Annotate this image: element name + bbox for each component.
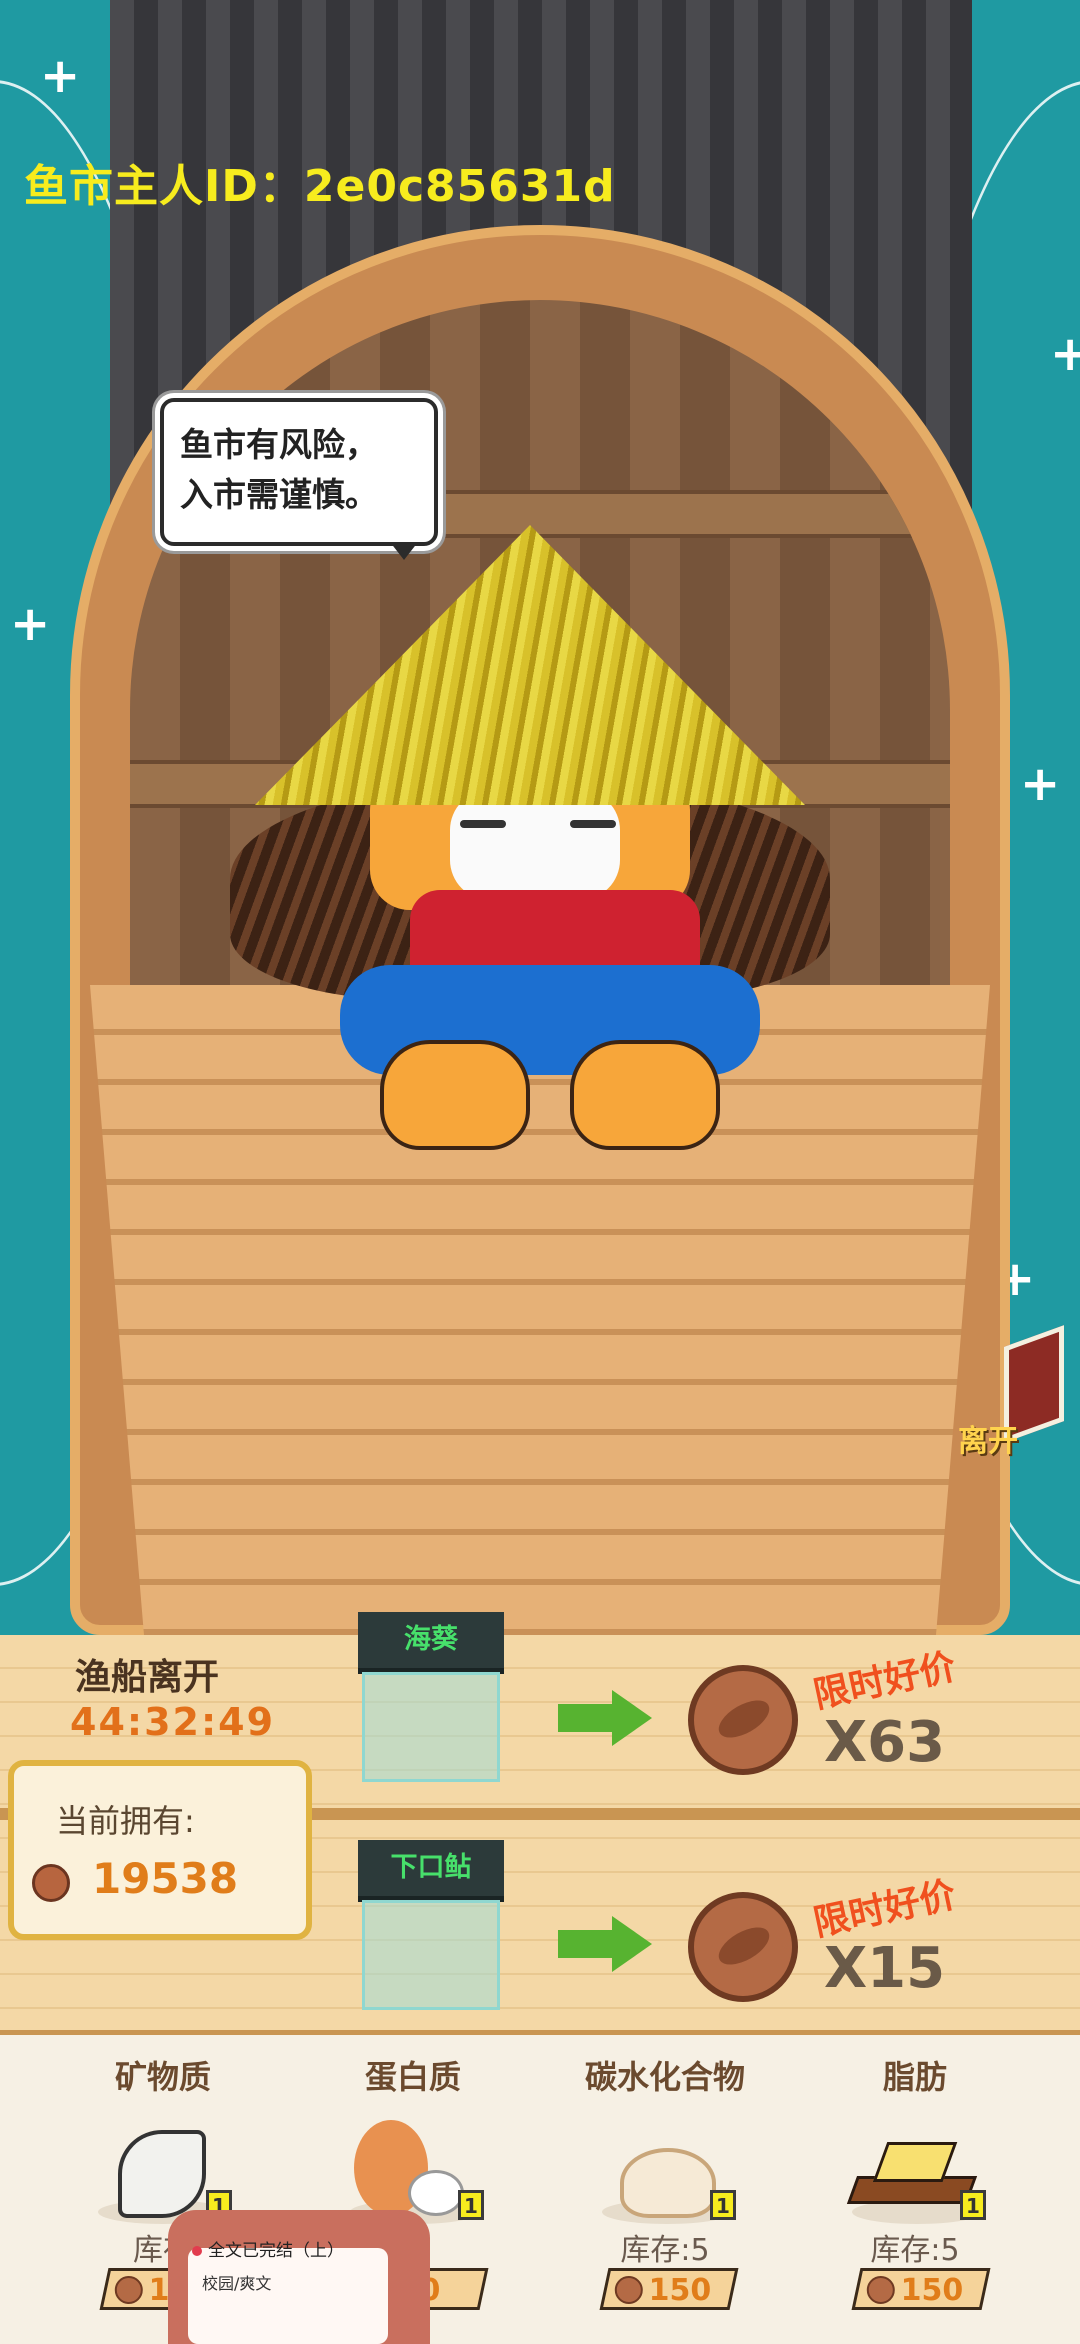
catfish-icon bbox=[362, 1900, 500, 2010]
floating-ad-overlay[interactable]: 全文已完结（上） 校园/爽文 bbox=[168, 2210, 430, 2344]
fish-market-owner-id: 鱼市主人ID：2e0c85631d bbox=[24, 161, 616, 212]
offer-item-label: 海葵 bbox=[358, 1612, 504, 1674]
cat-paw bbox=[380, 1040, 530, 1150]
sparkle-icon: + bbox=[1050, 326, 1080, 382]
sparkle-icon: + bbox=[10, 596, 51, 652]
speech-line-2: 入市需谨慎。 bbox=[180, 475, 378, 514]
boat-leaving-timer: 44:32:49 bbox=[70, 1700, 276, 1744]
sparkle-icon: + bbox=[40, 48, 81, 104]
stock-label: 库存:5 bbox=[620, 2233, 710, 2268]
cat-paw bbox=[570, 1040, 720, 1150]
cat-eye bbox=[460, 820, 506, 828]
bun-icon[interactable] bbox=[610, 2120, 720, 2220]
shell-icon[interactable] bbox=[108, 2120, 218, 2220]
buy-offer-1-button[interactable] bbox=[680, 1650, 980, 1790]
merchant-cat-muzzle bbox=[450, 790, 620, 900]
category-carbohydrates: 碳水化合物 bbox=[584, 2058, 745, 2096]
boat-leaving-title: 渔船离开 bbox=[75, 1657, 220, 1698]
offer-item-label: 下口鲇 bbox=[358, 1840, 504, 1902]
arrow-right-icon bbox=[558, 1916, 652, 1972]
price-value: 150 bbox=[648, 2273, 712, 2308]
coin-icon bbox=[866, 2276, 895, 2304]
coins-owned-box: 当前拥有: 19538 bbox=[8, 1760, 312, 1940]
price-value: 150 bbox=[900, 2273, 964, 2308]
ad-subtitle: 校园/爽文 bbox=[202, 2274, 272, 2293]
coin-icon bbox=[32, 1864, 70, 1902]
speech-line-1: 鱼市有风险， bbox=[180, 425, 378, 464]
speech-bubble-tail bbox=[390, 542, 418, 560]
speech-bubble: 鱼市有风险， 入市需谨慎。 bbox=[160, 398, 438, 546]
stock-label: 库存:5 bbox=[870, 2233, 960, 2268]
butter-icon[interactable] bbox=[846, 2120, 978, 2220]
offer-item-catfish[interactable]: 下口鲇 bbox=[358, 1840, 504, 2010]
count-badge: 1 bbox=[960, 2190, 986, 2220]
count-badge: 1 bbox=[710, 2190, 736, 2220]
buy-offer-2-button[interactable] bbox=[680, 1878, 980, 2018]
coins-owned-value: 19538 bbox=[92, 1854, 239, 1903]
ad-title: 全文已完结（上） bbox=[208, 2241, 344, 2261]
sparkle-icon: + bbox=[1020, 756, 1061, 812]
category-protein: 蛋白质 bbox=[364, 2058, 461, 2096]
category-minerals: 矿物质 bbox=[114, 2058, 211, 2096]
coins-owned-label: 当前拥有: bbox=[56, 1802, 195, 1840]
leave-button[interactable]: 离开 bbox=[958, 1325, 1068, 1459]
coin-icon bbox=[614, 2276, 643, 2304]
count-badge: 1 bbox=[458, 2190, 484, 2220]
leave-label: 离开 bbox=[958, 1424, 1018, 1459]
cat-eye bbox=[570, 820, 616, 828]
fish-market-scene: + + + + + + 鱼市有风险， 入市需谨慎。 鱼市主人ID：2e0c856… bbox=[0, 0, 1080, 1635]
price-button[interactable]: 150 bbox=[851, 2268, 991, 2310]
ad-dot-icon bbox=[192, 2246, 202, 2256]
ad-content bbox=[188, 2248, 388, 2344]
coin-icon bbox=[114, 2276, 143, 2304]
price-button[interactable]: 150 bbox=[599, 2268, 739, 2310]
sea-anemone-icon bbox=[362, 1672, 500, 1782]
offer-item-sea-anemone[interactable]: 海葵 bbox=[358, 1612, 504, 1782]
egg-icon[interactable] bbox=[350, 2120, 464, 2220]
boat-deck bbox=[90, 985, 990, 1635]
category-fat: 脂肪 bbox=[882, 2058, 947, 2096]
price-value: 1 bbox=[148, 2273, 170, 2308]
arrow-right-icon bbox=[558, 1690, 652, 1746]
